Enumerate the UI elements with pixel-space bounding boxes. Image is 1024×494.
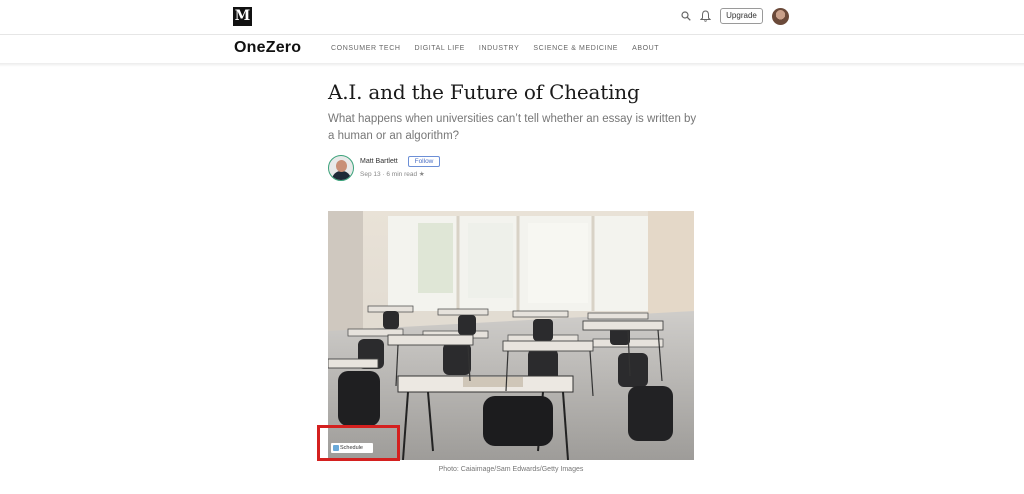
- article-meta: Sep 13 · 6 min read ★: [360, 171, 425, 178]
- search-icon[interactable]: [681, 11, 691, 21]
- nav-item-about[interactable]: ABOUT: [632, 45, 659, 52]
- calendar-icon: [333, 445, 339, 451]
- schedule-label: Schedule: [340, 445, 363, 451]
- top-bar: M Upgrade: [0, 0, 1024, 34]
- nav-shadow: [0, 63, 1024, 67]
- article-subtitle: What happens when universities can’t tel…: [328, 113, 697, 142]
- nav-item-digital-life[interactable]: DIGITAL LIFE: [415, 45, 465, 52]
- author-avatar[interactable]: [328, 155, 354, 181]
- medium-logo[interactable]: M: [233, 7, 252, 26]
- nav-items: CONSUMER TECH DIGITAL LIFE INDUSTRY SCIE…: [331, 45, 673, 52]
- article-title: A.I. and the Future of Cheating: [328, 80, 640, 104]
- author-name[interactable]: Matt Bartlett: [360, 158, 398, 165]
- follow-button[interactable]: Follow: [408, 156, 440, 167]
- publication-logo[interactable]: OneZero: [234, 39, 301, 57]
- user-avatar[interactable]: [772, 8, 789, 25]
- bell-icon[interactable]: [700, 10, 711, 22]
- nav-item-consumer-tech[interactable]: CONSUMER TECH: [331, 45, 401, 52]
- image-caption: Photo: Caiaimage/Sam Edwards/Getty Image…: [438, 466, 584, 473]
- schedule-button[interactable]: Schedule: [331, 443, 373, 453]
- nav-item-industry[interactable]: INDUSTRY: [479, 45, 519, 52]
- nav-item-science-medicine[interactable]: SCIENCE & MEDICINE: [533, 45, 618, 52]
- upgrade-button[interactable]: Upgrade: [720, 8, 763, 24]
- hero-image: [328, 211, 694, 460]
- publication-nav: OneZero CONSUMER TECH DIGITAL LIFE INDUS…: [0, 35, 1024, 63]
